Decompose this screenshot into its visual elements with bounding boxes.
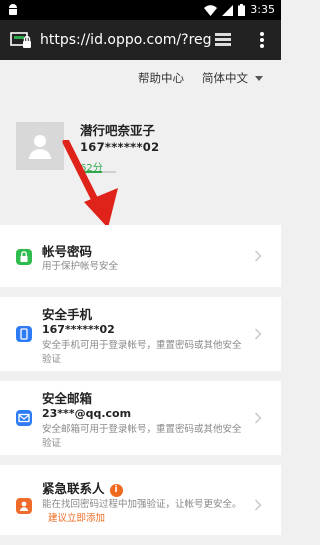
wifi-icon [204, 4, 218, 16]
person-icon [29, 135, 51, 159]
lock-icon [16, 249, 32, 265]
language-select[interactable]: 简体中文 [202, 70, 263, 86]
account-security-page: 帮助中心 简体中文 潜行吧奈亚子 167******02 62分 帐号密码 用于… [0, 60, 281, 535]
mail-icon [16, 410, 32, 426]
item-value: 23***@qq.com [42, 407, 132, 420]
item-description: 安全手机可用于登录帐号，重置密码或其他安全验证 [42, 340, 242, 365]
chevron-right-icon [255, 328, 262, 340]
help-center-link[interactable]: 帮助中心 [138, 70, 184, 86]
status-bar: 3:35 [0, 0, 281, 20]
chevron-right-icon [255, 412, 262, 424]
info-icon[interactable]: i [109, 484, 123, 497]
item-title: 帐号密码 [42, 244, 93, 259]
phone-icon [16, 326, 32, 342]
item-title: 安全邮箱 [42, 391, 93, 406]
item-description: 用于保护帐号安全 [42, 261, 119, 272]
chevron-right-icon [255, 499, 262, 511]
language-label: 简体中文 [202, 71, 248, 85]
clock-time: 3:35 [250, 3, 275, 16]
page-icon[interactable] [10, 30, 32, 50]
contact-icon [16, 498, 32, 514]
browser-url-bar: https://id.oppo.com/?reg [0, 20, 281, 60]
security-settings-list: 帐号密码 用于保护帐号安全 安全手机 167******02 安全手机可用于登录… [0, 225, 281, 545]
item-description-block: 能在找回密码过程中加强验证，让帐号更安全。建议立即添加 [42, 498, 247, 526]
list-item-security-phone[interactable]: 安全手机 167******02 安全手机可用于登录帐号，重置密码或其他安全验证 [0, 297, 281, 371]
list-item-security-email[interactable]: 安全邮箱 23***@qq.com 安全邮箱可用于登录帐号，重置密码或其他安全验… [0, 381, 281, 455]
url-text[interactable]: https://id.oppo.com/?reg [40, 31, 212, 49]
item-value: 167******02 [42, 323, 115, 336]
red-arrow-annotation [62, 140, 118, 228]
item-description: 安全邮箱可用于登录帐号，重置密码或其他安全验证 [42, 424, 242, 449]
tabs-icon[interactable] [214, 31, 232, 49]
signal-icon [222, 4, 234, 16]
top-links: 帮助中心 简体中文 [0, 60, 281, 98]
overflow-menu-icon[interactable] [258, 30, 266, 50]
list-item-account-password[interactable]: 帐号密码 用于保护帐号安全 [0, 225, 281, 287]
chevron-right-icon [255, 250, 262, 262]
item-title-row: 紧急联系人 i [42, 478, 123, 497]
profile-card: 潜行吧奈亚子 167******02 62分 [0, 98, 281, 228]
battery-icon [238, 4, 246, 16]
avatar[interactable] [16, 122, 64, 170]
item-title: 紧急联系人 [42, 481, 105, 496]
add-now-link[interactable]: 建议立即添加 [48, 513, 105, 524]
username: 潜行吧奈亚子 [80, 123, 156, 138]
list-item-emergency-contact[interactable]: 紧急联系人 i 能在找回密码过程中加强验证，让帐号更安全。建议立即添加 [0, 465, 281, 535]
item-title: 安全手机 [42, 307, 93, 322]
item-description: 能在找回密码过程中加强验证，让帐号更安全。 [42, 499, 242, 510]
android-icon [9, 4, 17, 15]
caret-down-icon [255, 76, 263, 81]
